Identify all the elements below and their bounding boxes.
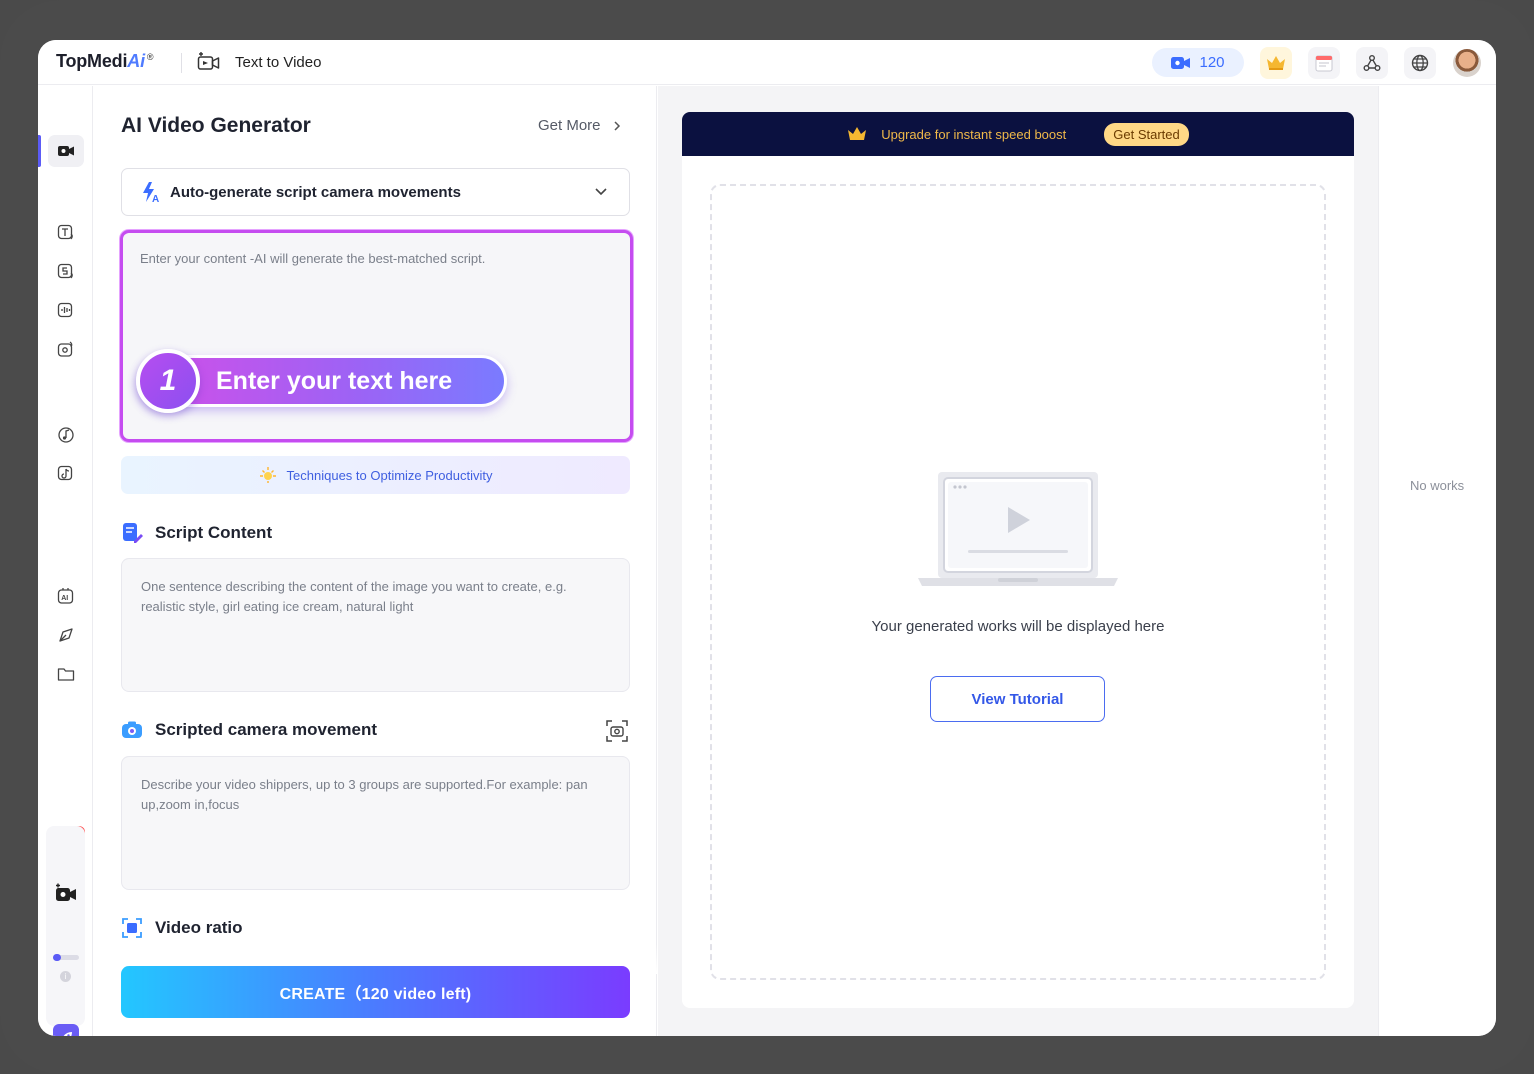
camera-heading: Scripted camera movement (155, 720, 378, 739)
rail-item-files[interactable] (56, 664, 76, 684)
sparkle-icon (259, 467, 276, 483)
ratio-heading: Video ratio (155, 918, 243, 937)
rail-item-ai-image[interactable]: AI (56, 586, 76, 606)
scan-camera-icon (606, 720, 628, 742)
voice-clone-icon (57, 341, 73, 357)
content-placeholder: Enter your content -AI will generate the… (140, 251, 486, 266)
script-content-input[interactable]: One sentence describing the content of t… (121, 558, 630, 692)
sticker-icon (59, 628, 73, 642)
info-icon[interactable]: i (60, 971, 71, 982)
svg-text:A: A (152, 194, 159, 203)
left-rail: AI 1 i (38, 86, 93, 1036)
ai-lightning-icon: A (143, 182, 159, 203)
crown-icon (848, 127, 867, 140)
device-frame: TopMediAi ® Text to Video 120 AI i AI Vi… (0, 0, 1534, 1074)
brand-registered: ® (146, 52, 154, 62)
brand-logo[interactable]: TopMediAi ® (56, 51, 154, 72)
music-icon (58, 427, 74, 443)
view-tutorial-button[interactable]: View Tutorial (930, 676, 1105, 722)
globe-icon (1411, 54, 1429, 72)
rocket-icon (63, 1032, 72, 1036)
language-button[interactable] (1404, 47, 1436, 79)
rail-item-music[interactable] (56, 425, 76, 445)
get-more-link[interactable]: Get More (538, 117, 621, 134)
history-empty-label: No works (1410, 478, 1465, 493)
share-button[interactable] (1356, 47, 1388, 79)
tips-link[interactable]: Techniques to Optimize Productivity (121, 456, 630, 494)
camera-movement-input[interactable]: Describe your video shippers, up to 3 gr… (121, 756, 630, 890)
video-plus-icon (56, 883, 76, 901)
brand-name: TopMedi (56, 51, 128, 71)
boost-button[interactable] (53, 1024, 79, 1036)
preview-area: Upgrade for instant speed boost Get Star… (658, 86, 1378, 1036)
script-placeholder: One sentence describing the content of t… (141, 579, 567, 614)
aspect-ratio-icon (122, 918, 142, 938)
step-label: Enter your text here (216, 367, 453, 395)
panel-title: AI Video Generator (121, 114, 311, 137)
rail-item-speech-to-text[interactable] (56, 262, 76, 282)
camera-icon (122, 721, 142, 738)
camera-placeholder: Describe your video shippers, up to 3 gr… (141, 777, 588, 812)
script-heading: Script Content (155, 523, 273, 542)
rail-item-sticker[interactable] (56, 625, 76, 645)
ratio-section-header: Video ratio (121, 917, 243, 939)
calendar-button[interactable] (1308, 47, 1340, 79)
text-to-video-icon (197, 51, 221, 73)
camera-scan-button[interactable] (606, 720, 628, 747)
results-dropzone: Your generated works will be displayed h… (710, 184, 1326, 980)
share-icon (1363, 55, 1381, 71)
rail-item-voice-changer[interactable] (56, 301, 76, 321)
rail-item-video[interactable] (48, 135, 84, 167)
generator-panel: AI Video Generator Get More A Auto-gener… (94, 86, 709, 1036)
user-avatar[interactable] (1453, 49, 1481, 77)
history-panel: No works (1378, 86, 1496, 1036)
content-input[interactable]: Enter your content -AI will generate the… (120, 230, 633, 442)
laptop-video-icon (918, 472, 1118, 586)
rail-quick-panel (46, 826, 85, 1026)
svg-text:AI: AI (61, 595, 68, 602)
mode-select[interactable]: A Auto-generate script camera movements (121, 168, 630, 216)
script-section-header: Script Content (121, 522, 272, 544)
voice-changer-icon (57, 302, 73, 318)
create-button[interactable]: CREATE（120 video left) (121, 966, 630, 1018)
crown-icon (1267, 56, 1285, 70)
text-to-speech-icon (57, 224, 73, 240)
progress-handle[interactable] (53, 954, 61, 961)
app-window: TopMediAi ® Text to Video 120 AI i AI Vi… (38, 40, 1496, 1036)
upgrade-message: Upgrade for instant speed boost (881, 126, 1067, 142)
calendar-icon (1315, 55, 1333, 72)
get-started-button[interactable]: Get Started (1104, 122, 1189, 146)
ai-image-icon: AI (57, 588, 74, 604)
camera-section-header: Scripted camera movement (121, 720, 377, 740)
video-credits-icon (1171, 56, 1191, 69)
rail-item-text-to-speech[interactable] (56, 223, 76, 243)
premium-button[interactable] (1260, 47, 1292, 79)
speech-to-text-icon (57, 263, 73, 279)
upgrade-banner: Upgrade for instant speed boost Get Star… (682, 112, 1354, 156)
active-indicator (38, 135, 41, 167)
chevron-down-icon (595, 188, 607, 196)
top-bar: TopMediAi ® Text to Video 120 (38, 40, 1496, 85)
rail-item-create-video[interactable] (54, 882, 78, 904)
step-number: 1 (136, 349, 200, 413)
mode-select-value: Auto-generate script camera movements (170, 183, 461, 201)
preview-card: Upgrade for instant speed boost Get Star… (682, 112, 1354, 1008)
video-camera-icon (58, 146, 74, 156)
get-more-label: Get More (538, 117, 601, 134)
tiktok-icon (57, 465, 73, 481)
rail-item-tiktok[interactable] (56, 464, 76, 484)
rail-item-voice-clone[interactable] (56, 340, 76, 360)
tips-label: Techniques to Optimize Productivity (286, 467, 493, 483)
folder-icon (57, 668, 75, 681)
chevron-right-icon (614, 120, 620, 131)
divider (181, 53, 182, 73)
credits-count: 120 (1199, 54, 1225, 71)
script-icon (123, 523, 143, 543)
step-hint: 1 Enter your text here (136, 349, 507, 413)
empty-state-message: Your generated works will be displayed h… (871, 618, 1165, 635)
brand-ai: Ai (127, 51, 145, 71)
tool-title: Text to Video (235, 54, 322, 71)
credits-badge[interactable]: 120 (1152, 48, 1244, 77)
